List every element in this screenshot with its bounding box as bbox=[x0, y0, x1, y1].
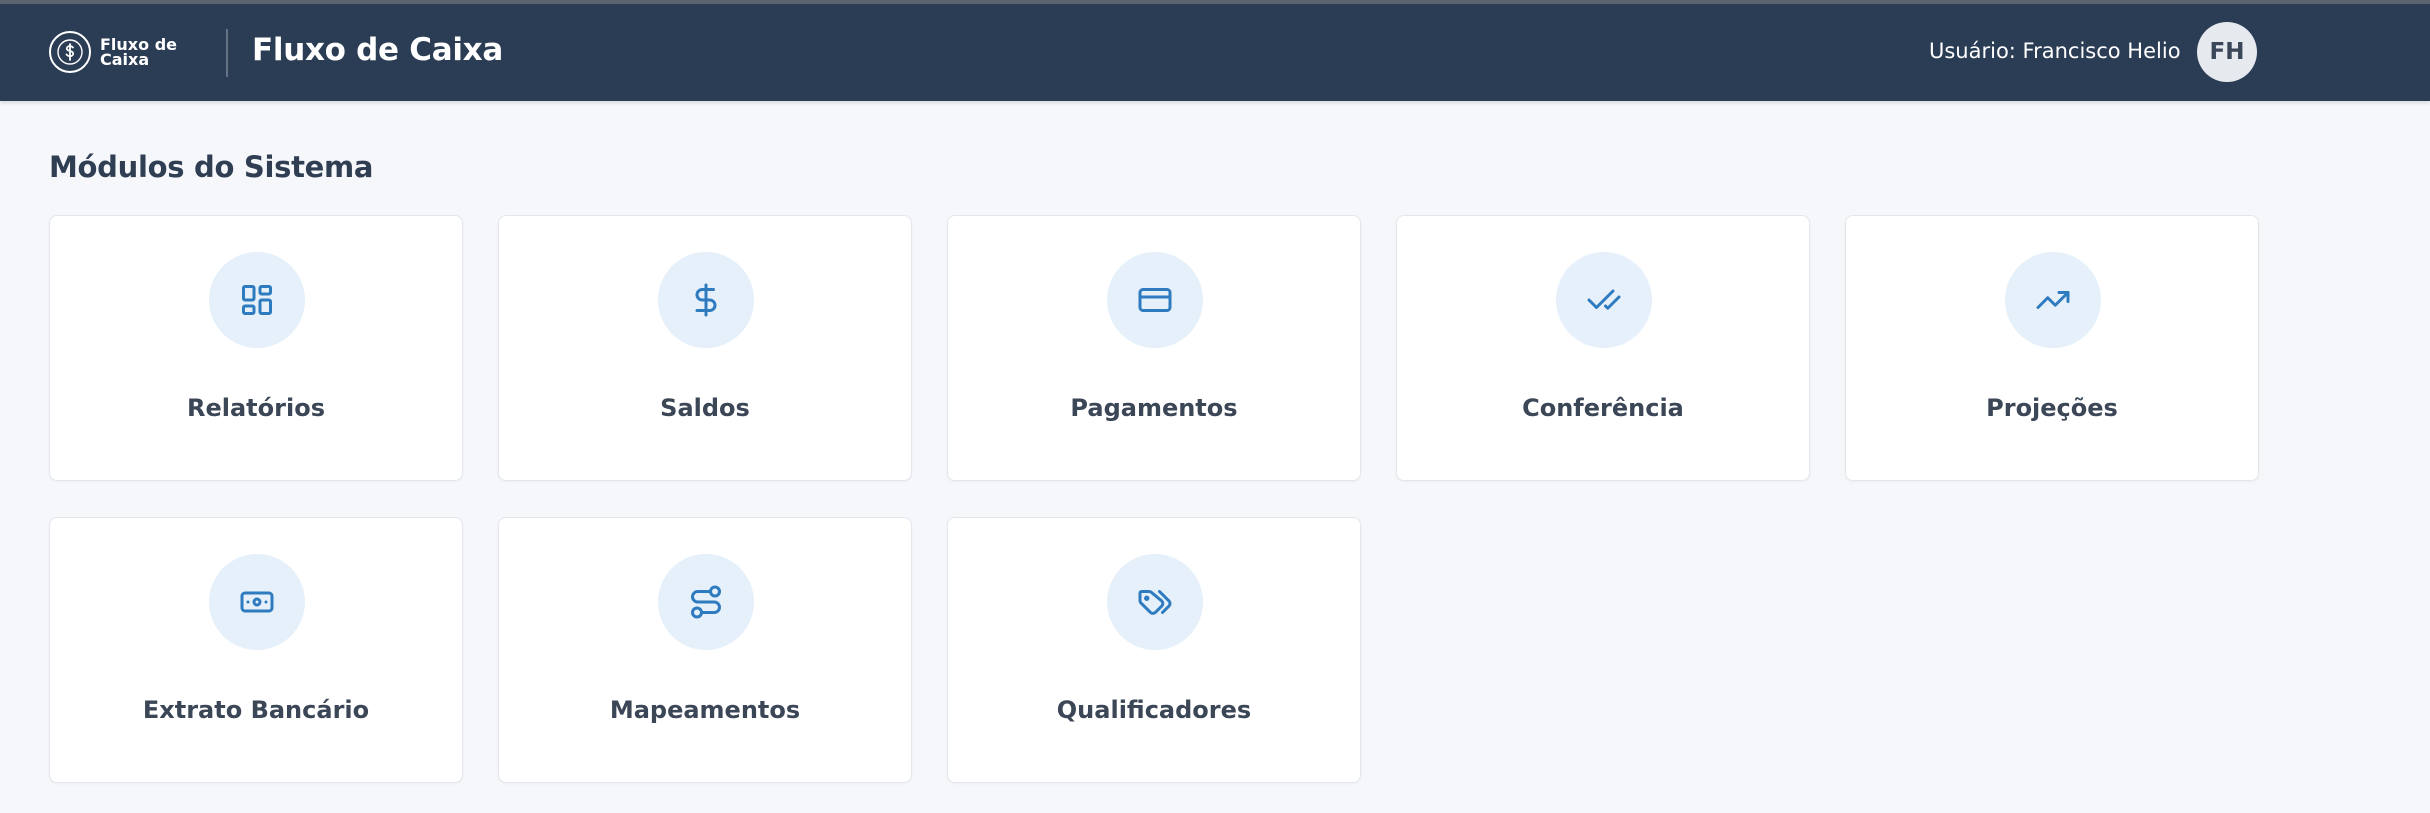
section-title: Módulos do Sistema bbox=[49, 150, 374, 184]
module-card-saldos[interactable]: Saldos bbox=[498, 215, 912, 481]
logo-text: Fluxo de Caixa bbox=[100, 35, 177, 69]
double-check-icon bbox=[1556, 252, 1652, 348]
user-avatar[interactable]: FH bbox=[2197, 22, 2257, 82]
module-label: Saldos bbox=[660, 394, 750, 422]
app-header: Fluxo de Caixa Fluxo de Caixa Usuário: F… bbox=[0, 4, 2430, 101]
module-card-conferencia[interactable]: Conferência bbox=[1396, 215, 1810, 481]
module-label: Conferência bbox=[1522, 394, 1684, 422]
module-card-extrato-bancario[interactable]: Extrato Bancário bbox=[49, 517, 463, 783]
dollar-sign-icon bbox=[658, 252, 754, 348]
module-card-projecoes[interactable]: Projeções bbox=[1845, 215, 2259, 481]
tags-icon bbox=[1107, 554, 1203, 650]
credit-card-icon bbox=[1107, 252, 1203, 348]
route-icon bbox=[658, 554, 754, 650]
module-label: Projeções bbox=[1986, 394, 2118, 422]
banknote-icon bbox=[209, 554, 305, 650]
module-card-pagamentos[interactable]: Pagamentos bbox=[947, 215, 1361, 481]
module-label: Pagamentos bbox=[1070, 394, 1238, 422]
header-divider bbox=[226, 29, 228, 77]
module-card-relatorios[interactable]: Relatórios bbox=[49, 215, 463, 481]
module-label: Qualificadores bbox=[1056, 696, 1252, 724]
module-label: Extrato Bancário bbox=[142, 696, 370, 724]
dashboard-grid-icon bbox=[209, 252, 305, 348]
app-title: Fluxo de Caixa bbox=[252, 32, 503, 68]
module-card-mapeamentos[interactable]: Mapeamentos bbox=[498, 517, 912, 783]
module-card-qualificadores[interactable]: Qualificadores bbox=[947, 517, 1361, 783]
module-label: Mapeamentos bbox=[609, 696, 801, 724]
user-label: Usuário: Francisco Helio bbox=[1929, 39, 2181, 63]
trending-up-icon bbox=[2005, 252, 2101, 348]
dollar-coin-icon bbox=[49, 31, 91, 73]
module-label: Relatórios bbox=[187, 394, 325, 422]
app-logo[interactable]: Fluxo de Caixa bbox=[49, 31, 180, 73]
modules-grid: Relatórios Saldos Pagamentos Conferência bbox=[49, 215, 2259, 783]
